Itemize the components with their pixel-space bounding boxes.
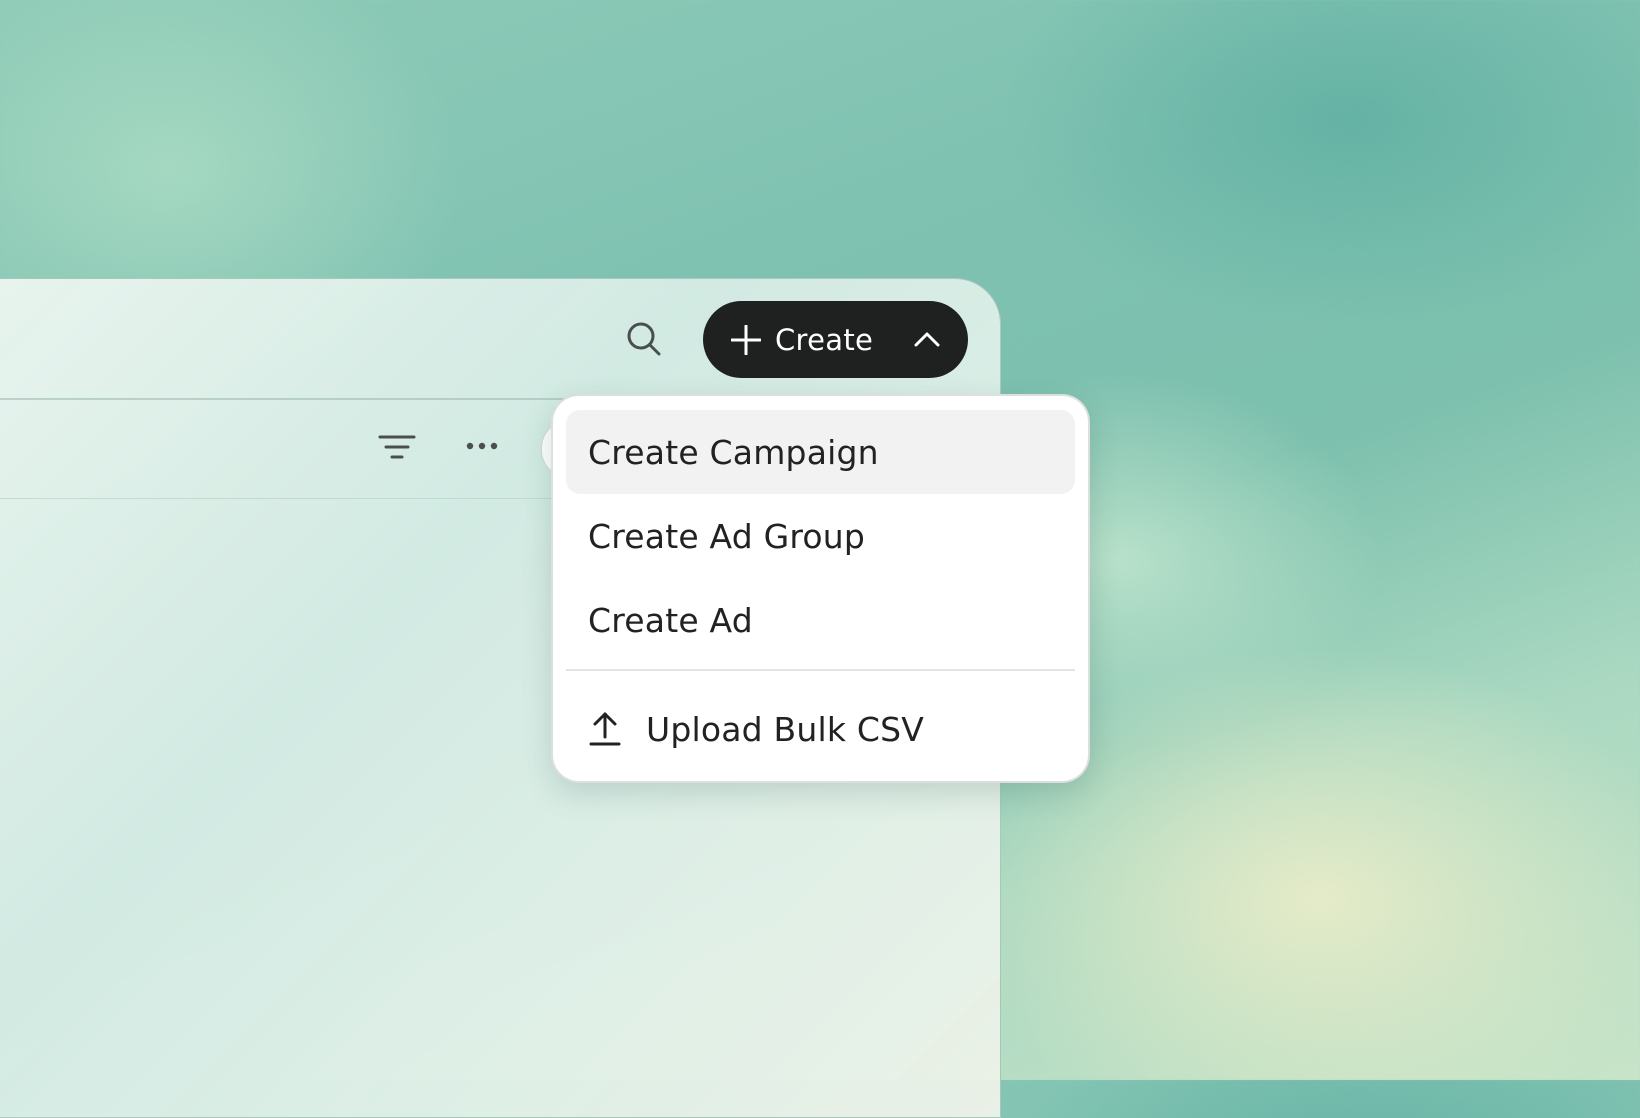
menu-item-label: Upload Bulk CSV [646, 709, 925, 749]
menu-item-upload-bulk-csv[interactable]: Upload Bulk CSV [566, 681, 1075, 777]
menu-item-label: Create Campaign [588, 432, 879, 472]
plus-icon [731, 324, 761, 355]
menu-item-label: Create Ad Group [588, 516, 866, 556]
search-button[interactable] [624, 319, 664, 359]
panel-header: Create [0, 279, 1000, 400]
create-button[interactable]: Create [703, 301, 968, 378]
upload-icon [588, 711, 622, 747]
menu-divider [566, 669, 1075, 671]
menu-item-create-ad-group[interactable]: Create Ad Group [566, 494, 1075, 578]
menu-item-create-ad[interactable]: Create Ad [566, 578, 1075, 662]
filter-icon[interactable] [378, 432, 416, 462]
more-horizontal-icon[interactable] [465, 434, 499, 458]
create-dropdown-menu: Create Campaign Create Ad Group Create A… [551, 394, 1090, 783]
chevron-up-icon[interactable] [914, 327, 940, 351]
create-button-label: Create [775, 322, 874, 357]
menu-item-label: Create Ad [588, 600, 753, 640]
search-icon [627, 322, 661, 356]
menu-item-create-campaign[interactable]: Create Campaign [566, 410, 1075, 494]
